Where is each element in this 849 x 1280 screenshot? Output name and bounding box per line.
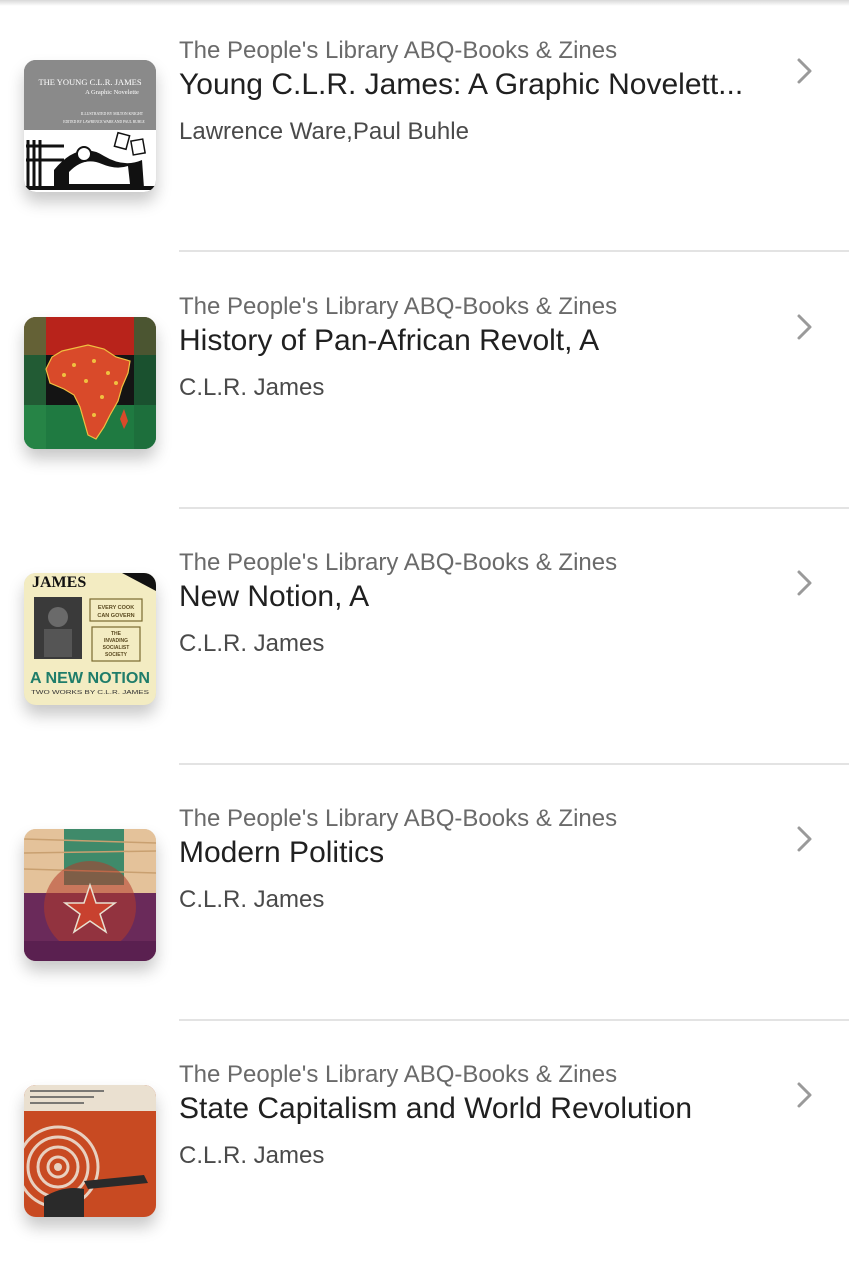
divider	[179, 763, 849, 765]
store-name: The People's Library ABQ-Books & Zines	[179, 37, 618, 64]
cover-box2-line1: THE	[111, 631, 122, 637]
book-title: State Capitalism and World Revolution	[179, 1092, 693, 1125]
store-name: The People's Library ABQ-Books & Zines	[179, 549, 618, 576]
cover-subtitle-text: A Graphic Novelette	[85, 89, 139, 96]
divider	[179, 1019, 849, 1021]
list-item[interactable]: The People's Library ABQ-Books & Zines H…	[0, 256, 849, 512]
book-author: C.L.R. James	[179, 630, 325, 657]
book-author: C.L.R. James	[179, 374, 325, 401]
chevron-right-icon	[797, 826, 812, 852]
book-title: History of Pan-African Revolt, A	[179, 324, 600, 357]
cover-box2-line4: SOCIETY	[105, 652, 128, 658]
chevron-right-icon	[797, 314, 812, 340]
book-author: C.L.R. James	[179, 1142, 325, 1169]
book-cover: JAMES EVERY COOK CAN GOVERN THE INVADING…	[24, 573, 156, 705]
chevron-right-icon	[797, 1082, 812, 1108]
cover-box1-line2: CAN GOVERN	[97, 613, 134, 619]
cover-main-title: A NEW NOTION	[30, 670, 150, 687]
cover-editors-text: EDITED BY LAWRENCE WARE AND PAUL BUHLE	[63, 120, 145, 124]
store-name: The People's Library ABQ-Books & Zines	[179, 293, 618, 320]
store-name: The People's Library ABQ-Books & Zines	[179, 1061, 618, 1088]
cover-box2-line2: INVADING	[104, 638, 128, 644]
cover-art-young-clr-james: THE YOUNG C.L.R. JAMES A Graphic Novelet…	[24, 60, 156, 192]
book-cover	[24, 317, 156, 449]
book-author: Lawrence Ware,Paul Buhle	[179, 118, 469, 145]
book-list: THE YOUNG C.L.R. JAMES A Graphic Novelet…	[0, 0, 849, 1217]
cover-title-text: THE YOUNG C.L.R. JAMES	[38, 77, 141, 87]
book-cover	[24, 829, 156, 961]
book-author: C.L.R. James	[179, 886, 325, 913]
book-cover: THE YOUNG C.L.R. JAMES A Graphic Novelet…	[24, 60, 156, 192]
cover-top-text: JAMES	[32, 574, 86, 591]
divider	[179, 507, 849, 509]
list-item[interactable]: JAMES EVERY COOK CAN GOVERN THE INVADING…	[0, 512, 849, 768]
cover-box1-line1: EVERY COOK	[98, 605, 134, 611]
list-item[interactable]: The People's Library ABQ-Books & Zines M…	[0, 768, 849, 1024]
book-title: Young C.L.R. James: A Graphic Novelett..…	[179, 68, 744, 101]
divider	[179, 250, 849, 252]
cover-art-new-notion: JAMES EVERY COOK CAN GOVERN THE INVADING…	[24, 573, 156, 705]
list-item[interactable]: The People's Library ABQ-Books & Zines S…	[0, 1024, 849, 1280]
book-title: Modern Politics	[179, 836, 385, 869]
cover-illustrator-text: ILLUSTRATED BY MILTON KNIGHT	[81, 112, 144, 116]
book-cover	[24, 1085, 156, 1217]
book-title: New Notion, A	[179, 580, 370, 613]
cover-box2-line3: SOCIALIST	[103, 645, 130, 651]
cover-art-state-capitalism	[24, 1085, 156, 1217]
chevron-right-icon	[797, 570, 812, 596]
list-item[interactable]: THE YOUNG C.L.R. JAMES A Graphic Novelet…	[0, 0, 849, 256]
cover-subtitle: TWO WORKS BY C.L.R. JAMES	[31, 690, 150, 696]
store-name: The People's Library ABQ-Books & Zines	[179, 805, 618, 832]
cover-art-pan-african-revolt	[24, 317, 156, 449]
cover-art-modern-politics	[24, 829, 156, 961]
chevron-right-icon	[797, 58, 812, 84]
